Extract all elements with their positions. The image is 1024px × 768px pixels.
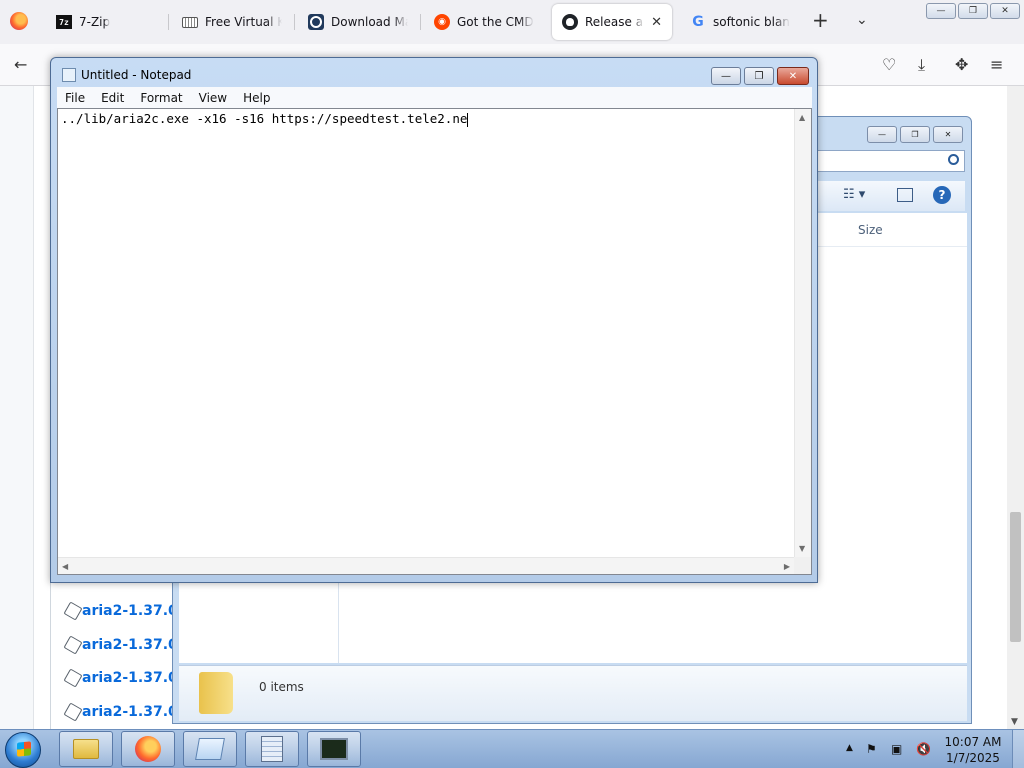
taskbar-calculator[interactable]: [245, 731, 299, 767]
taskbar: ▲ ⚑ ▣ 🔇 10:07 AM 1/7/2025: [0, 729, 1024, 768]
keyboard-icon: [182, 16, 198, 28]
package-icon: [63, 702, 83, 722]
minimize-button[interactable]: —: [711, 67, 741, 85]
tab-softonic[interactable]: G softonic blank: [680, 4, 800, 40]
text-caret: [467, 112, 469, 127]
explorer-details-pane: 0 items: [179, 665, 967, 721]
folder-icon: [73, 739, 99, 759]
menu-file[interactable]: File: [57, 91, 93, 105]
calculator-icon: [261, 736, 283, 762]
resize-grip[interactable]: [794, 557, 811, 574]
scroll-up-icon[interactable]: ▲: [799, 113, 805, 122]
google-icon: G: [692, 14, 704, 30]
page-scrollbar[interactable]: ▼: [1007, 86, 1024, 729]
explorer-toolbar: ☷ ▾ ?: [813, 181, 965, 211]
scroll-left-icon[interactable]: ◀: [62, 562, 68, 571]
network-icon[interactable]: ▣: [891, 742, 902, 756]
notepad-icon: [195, 738, 225, 760]
clock-time: 10:07 AM: [944, 735, 1002, 749]
maximize-button[interactable]: ❐: [744, 67, 774, 85]
menu-bar: File Edit Format View Help: [57, 87, 812, 108]
tab-separator: [420, 14, 421, 30]
tab-reddit[interactable]: ◉ Got the CMD c: [424, 4, 544, 40]
editor-text-line[interactable]: ../lib/aria2c.exe -x16 -s16 https://spee…: [61, 111, 469, 127]
reddit-icon: ◉: [434, 14, 450, 30]
browser-minimize-button[interactable]: —: [926, 3, 956, 19]
firefox-icon: [135, 736, 161, 762]
items-count-label: 0 items: [259, 680, 304, 694]
extensions-icon[interactable]: ✥: [955, 55, 968, 74]
menu-view[interactable]: View: [191, 91, 235, 105]
action-center-flag-icon[interactable]: ⚑: [866, 742, 877, 756]
text-editor-area[interactable]: ../lib/aria2c.exe -x16 -s16 https://spee…: [57, 108, 812, 575]
pocket-icon[interactable]: ♡: [882, 55, 896, 74]
taskbar-windows-explorer[interactable]: [59, 731, 113, 767]
clock-date: 1/7/2025: [946, 751, 1000, 765]
scroll-down-icon[interactable]: ▼: [1011, 717, 1018, 727]
menu-edit[interactable]: Edit: [93, 91, 132, 105]
volume-muted-icon[interactable]: 🔇: [916, 742, 931, 756]
show-desktop-button[interactable]: [1012, 730, 1024, 768]
explorer-maximize-button[interactable]: ❐: [900, 126, 930, 143]
vertical-scrollbar[interactable]: ▲ ▼: [794, 109, 811, 557]
tab-separator: [168, 14, 169, 30]
package-icon: [63, 601, 83, 621]
search-icon[interactable]: [948, 154, 959, 165]
tab-download-manager[interactable]: Download Man: [298, 4, 418, 40]
monitor-icon: [320, 738, 348, 760]
folder-icon: [199, 672, 233, 714]
explorer-minimize-button[interactable]: —: [867, 126, 897, 143]
close-button[interactable]: ✕: [777, 67, 809, 85]
show-hidden-icons-button[interactable]: ▲: [846, 743, 853, 753]
menu-help[interactable]: Help: [235, 91, 278, 105]
list-all-tabs-button[interactable]: ⌄: [856, 12, 868, 28]
tab-separator: [294, 14, 295, 30]
package-icon: [63, 668, 83, 688]
browser-maximize-button[interactable]: ❐: [958, 3, 988, 19]
back-button[interactable]: ←: [14, 55, 27, 74]
window-title: Untitled - Notepad: [81, 68, 192, 82]
start-button[interactable]: [5, 732, 41, 768]
package-icon: [63, 635, 83, 655]
help-icon[interactable]: ?: [933, 186, 951, 204]
horizontal-scrollbar[interactable]: ◀ ▶: [58, 557, 794, 574]
7zip-icon: 7z: [56, 15, 72, 29]
taskbar-task-manager[interactable]: [307, 731, 361, 767]
close-tab-icon[interactable]: ✕: [651, 15, 662, 30]
scroll-down-icon[interactable]: ▼: [799, 544, 805, 553]
new-tab-button[interactable]: +: [812, 10, 829, 30]
taskbar-firefox[interactable]: [121, 731, 175, 767]
tab-7zip[interactable]: 7z 7-Zip: [46, 4, 166, 40]
browser-close-button[interactable]: ✕: [990, 3, 1020, 19]
downloads-icon[interactable]: ⤓: [918, 55, 925, 75]
taskbar-notepad[interactable]: [183, 731, 237, 767]
system-clock[interactable]: 10:07 AM 1/7/2025: [943, 734, 1003, 766]
column-header-size[interactable]: Size: [858, 223, 883, 237]
page-scrollbar-thumb[interactable]: [1010, 512, 1021, 642]
github-icon: [562, 14, 578, 30]
explorer-close-button[interactable]: ✕: [933, 126, 963, 143]
preview-pane-icon[interactable]: [897, 188, 913, 202]
tab-release-aria2[interactable]: Release aria2 ✕: [552, 4, 672, 40]
menu-icon[interactable]: ≡: [990, 55, 1003, 74]
browser-tab-bar: 7z 7-Zip Free Virtual Key Download Man ◉…: [0, 0, 1024, 44]
firefox-logo-icon[interactable]: [10, 12, 28, 30]
notepad-window: Untitled - Notepad — ❐ ✕ File Edit Forma…: [50, 57, 818, 583]
page-left-column: [0, 86, 34, 729]
menu-format[interactable]: Format: [132, 91, 190, 105]
explorer-search-input[interactable]: [813, 150, 965, 172]
download-manager-icon: [308, 14, 324, 30]
view-options-icon[interactable]: ☷ ▾: [843, 187, 865, 202]
notepad-icon[interactable]: [62, 68, 76, 82]
tab-free-virtual-keyboard[interactable]: Free Virtual Key: [172, 4, 292, 40]
windows-logo-icon: [17, 741, 31, 757]
scroll-right-icon[interactable]: ▶: [784, 562, 790, 571]
